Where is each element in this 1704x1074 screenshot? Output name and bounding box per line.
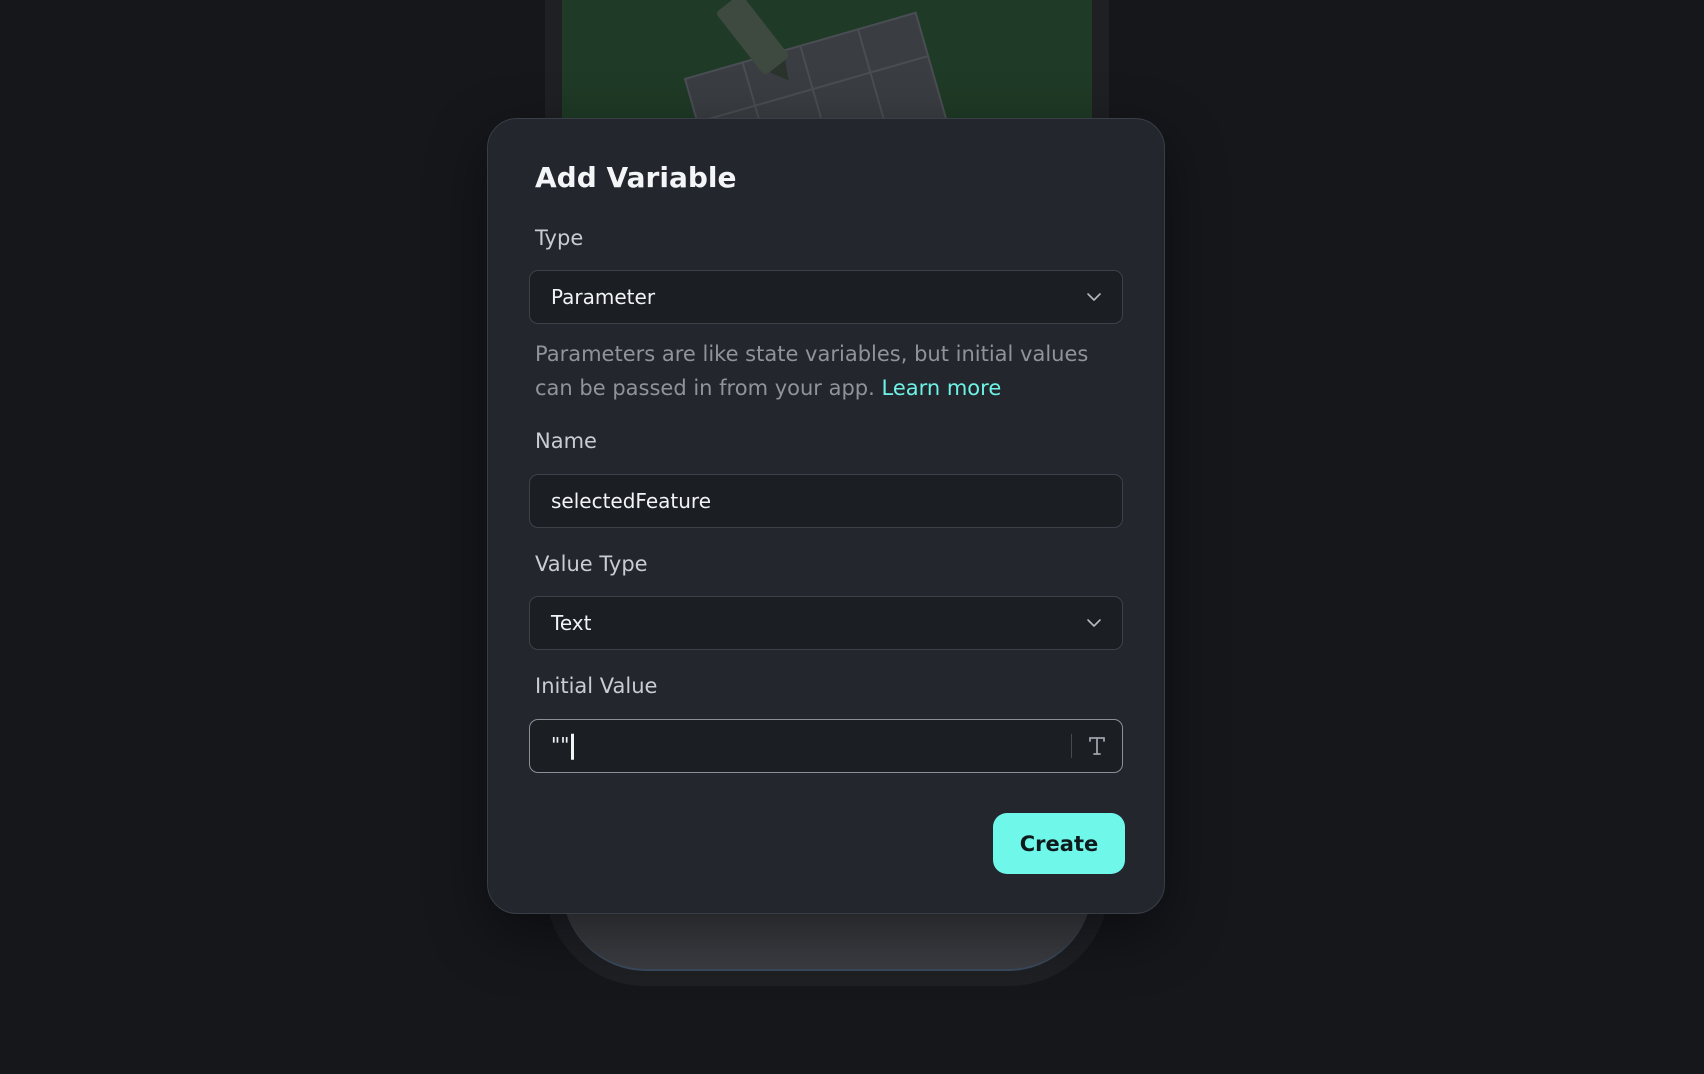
value-type-select[interactable]: Text (529, 596, 1123, 650)
add-variable-dialog: Add Variable Type Parameter Parameters a… (487, 118, 1165, 914)
initial-value-text: "" (551, 732, 570, 757)
name-input-value: selectedFeature (551, 489, 711, 513)
type-helper-text: Parameters are like state variables, but… (535, 337, 1125, 405)
text-caret (571, 733, 575, 760)
value-type-label: Value Type (535, 552, 648, 576)
map-preview (562, 0, 1092, 120)
map-illustration (562, 0, 1092, 120)
text-type-icon[interactable] (1087, 735, 1107, 757)
initial-value-label: Initial Value (535, 674, 658, 698)
name-label: Name (535, 429, 597, 453)
type-label: Type (535, 226, 584, 250)
learn-more-link[interactable]: Learn more (881, 376, 1001, 400)
input-divider (1071, 734, 1072, 758)
dialog-title: Add Variable (535, 161, 737, 194)
initial-value-input[interactable]: "" (529, 719, 1123, 773)
type-select-value: Parameter (551, 285, 656, 309)
helper-description: Parameters are like state variables, but… (535, 342, 1089, 400)
chevron-down-icon (1087, 293, 1101, 301)
name-input[interactable]: selectedFeature (529, 474, 1123, 528)
chevron-down-icon (1087, 619, 1101, 627)
app-stage: Add Variable Type Parameter Parameters a… (0, 0, 1704, 1074)
value-type-select-value: Text (551, 611, 592, 635)
initial-value-input-content: "" (551, 732, 575, 760)
create-button[interactable]: Create (993, 813, 1125, 874)
type-select[interactable]: Parameter (529, 270, 1123, 324)
